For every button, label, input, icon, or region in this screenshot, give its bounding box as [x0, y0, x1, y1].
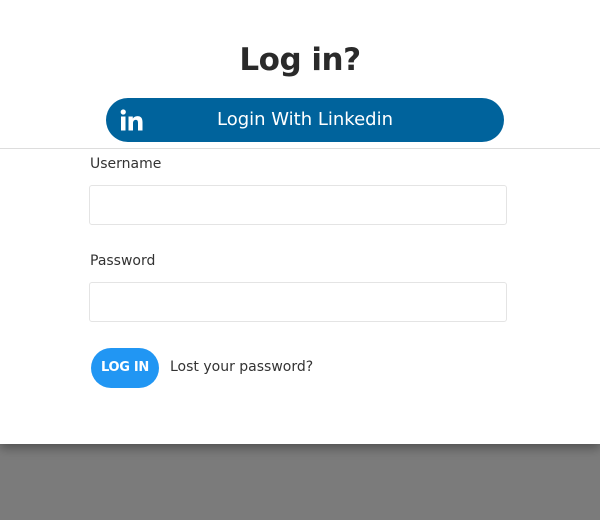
page-title: Log in?: [239, 42, 361, 78]
lost-password-link[interactable]: Lost your password?: [170, 359, 313, 375]
linkedin-login-label: Login With Linkedin: [216, 109, 393, 130]
login-modal: Log in? Login With Linkedin Username Pas…: [0, 0, 600, 444]
password-input[interactable]: [89, 282, 507, 322]
login-button[interactable]: LOG IN: [91, 348, 159, 388]
linkedin-login-button[interactable]: Login With Linkedin: [106, 98, 504, 142]
username-input[interactable]: [89, 185, 507, 225]
username-label: Username: [90, 156, 162, 172]
password-label: Password: [90, 253, 156, 269]
divider: [0, 148, 600, 149]
